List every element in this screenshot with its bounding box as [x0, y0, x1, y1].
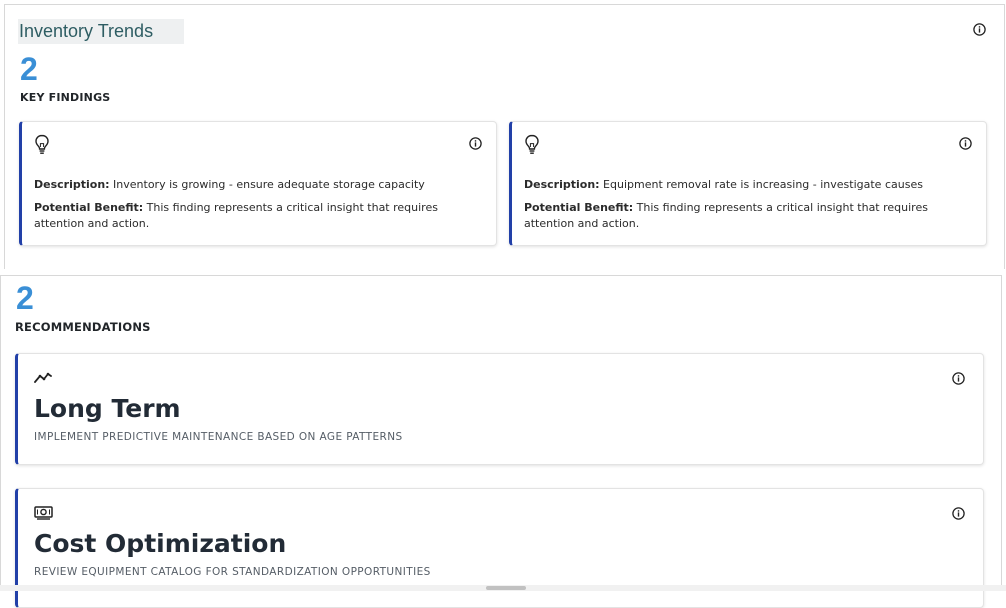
- trend-line-icon: [34, 370, 53, 389]
- benefit-label: Potential Benefit:: [524, 201, 634, 214]
- money-bill-icon: [34, 505, 53, 524]
- finding-card: Description: Equipment removal rate is i…: [509, 121, 987, 246]
- description-label: Description:: [34, 178, 110, 191]
- findings-count-label: KEY FINDINGS: [20, 91, 111, 104]
- description-text: Inventory is growing - ensure adequate s…: [113, 178, 425, 191]
- description-text: Equipment removal rate is increasing - i…: [603, 178, 923, 191]
- recommendation-title: Long Term: [34, 394, 181, 423]
- recommendation-card: Long Term IMPLEMENT PREDICTIVE MAINTENAN…: [15, 353, 984, 465]
- recommendations-panel: 2 RECOMMENDATIONS Long Term IMPLEMENT PR…: [0, 275, 1002, 608]
- finding-description: Description: Equipment removal rate is i…: [524, 177, 964, 193]
- finding-description: Description: Inventory is growing - ensu…: [34, 177, 474, 193]
- scrollbar-thumb[interactable]: [486, 586, 526, 590]
- recommendation-subtitle: IMPLEMENT PREDICTIVE MAINTENANCE BASED O…: [34, 431, 403, 443]
- finding-benefit: Potential Benefit: This finding represen…: [34, 200, 474, 232]
- section-title: Inventory Trends: [18, 19, 184, 44]
- finding-benefit: Potential Benefit: This finding represen…: [524, 200, 964, 232]
- benefit-label: Potential Benefit:: [34, 201, 144, 214]
- lightbulb-icon: [524, 134, 540, 160]
- description-label: Description:: [524, 178, 600, 191]
- info-icon[interactable]: [952, 372, 965, 385]
- findings-panel: Inventory Trends 2 KEY FINDINGS Descript…: [4, 4, 1005, 269]
- info-icon[interactable]: [959, 137, 972, 150]
- horizontal-scrollbar[interactable]: [0, 585, 1006, 591]
- finding-card: Description: Inventory is growing - ensu…: [19, 121, 497, 246]
- info-icon[interactable]: [952, 507, 965, 520]
- recommendations-count: 2: [16, 280, 34, 316]
- recommendations-count-label: RECOMMENDATIONS: [15, 320, 151, 334]
- findings-count: 2: [20, 51, 38, 87]
- recommendation-subtitle: REVIEW EQUIPMENT CATALOG FOR STANDARDIZA…: [34, 566, 431, 578]
- lightbulb-icon: [34, 134, 50, 160]
- info-icon[interactable]: [973, 23, 986, 36]
- recommendation-title: Cost Optimization: [34, 529, 287, 558]
- info-icon[interactable]: [469, 137, 482, 150]
